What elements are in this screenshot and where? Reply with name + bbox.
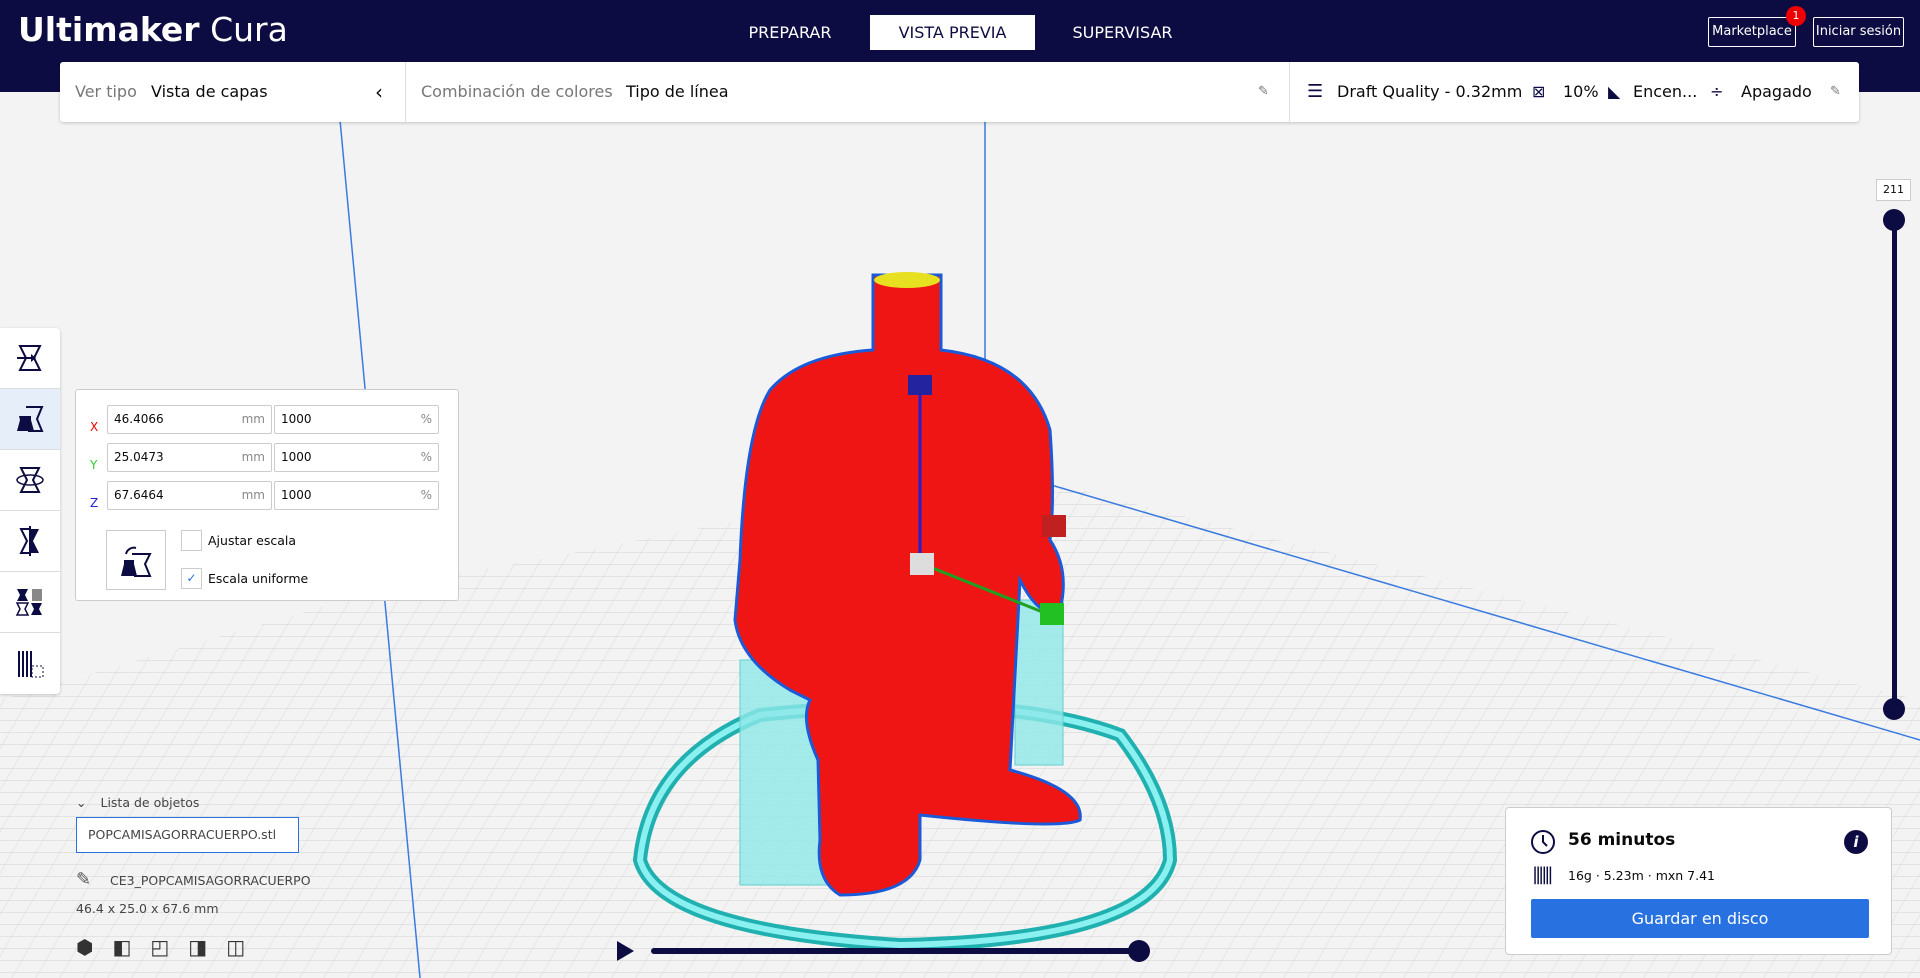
- per-model-settings-icon: [15, 589, 42, 616]
- mirror-icon: [19, 526, 39, 556]
- edit-settings-icon[interactable]: ✎: [1830, 62, 1841, 122]
- adhesion-setting[interactable]: Apagado: [1741, 62, 1812, 122]
- info-icon[interactable]: i: [1844, 830, 1868, 854]
- tab-preview[interactable]: VISTA PREVIA: [870, 15, 1035, 50]
- layer-slider-top-handle[interactable]: [1883, 209, 1905, 231]
- y-percent-input[interactable]: 1000%: [274, 443, 439, 472]
- support-blocker-button[interactable]: [0, 633, 60, 694]
- reset-scale-icon: [121, 546, 152, 577]
- quality-setting[interactable]: Draft Quality - 0.32mm: [1337, 62, 1522, 122]
- pencil-icon[interactable]: ✎: [1258, 62, 1269, 122]
- move-handle-z[interactable]: [908, 375, 932, 395]
- y-axis-label: Y: [90, 458, 98, 472]
- color-scheme-select[interactable]: Tipo de línea: [626, 62, 729, 122]
- infill-icon: ⊠: [1532, 82, 1546, 101]
- x-axis-label: X: [90, 420, 99, 434]
- quality-icon: ☰: [1307, 81, 1324, 102]
- infill-setting[interactable]: 10%: [1563, 62, 1599, 122]
- tab-prepare[interactable]: PREPARAR: [730, 15, 850, 50]
- layer-slider-bottom-handle[interactable]: [1883, 698, 1905, 720]
- save-to-disk-button[interactable]: Guardar en disco: [1531, 899, 1869, 938]
- view-right-icon[interactable]: ◫: [226, 935, 245, 959]
- object-list-item[interactable]: POPCAMISAGORRACUERPO.stl: [76, 817, 299, 853]
- view-top-icon[interactable]: ◰: [150, 935, 169, 959]
- view-type-label: Ver tipo: [75, 82, 137, 101]
- snap-scale-label: Ajustar escala: [208, 533, 297, 548]
- support-icon: ◣: [1608, 82, 1621, 101]
- adhesion-icon: ÷: [1710, 82, 1724, 101]
- clock-icon: [1531, 830, 1555, 854]
- notification-badge: 1: [1786, 6, 1806, 26]
- tool-sidebar: [0, 328, 60, 694]
- object-list-toggle[interactable]: ⌄ Lista de objetos: [76, 795, 199, 810]
- scale-icon: [17, 406, 44, 432]
- layer-number-input[interactable]: 211: [1876, 179, 1911, 201]
- job-name[interactable]: CE3_POPCAMISAGORRACUERPO: [110, 873, 311, 888]
- view-toolbar: Ver tipo Vista de capas ‹ Combinación de…: [60, 62, 1859, 122]
- app-logo: Ultimaker Cura: [18, 10, 288, 49]
- play-button[interactable]: [617, 941, 634, 961]
- move-handle-center[interactable]: [910, 553, 934, 575]
- z-axis-label: Z: [90, 496, 99, 510]
- scale-tool-button[interactable]: [0, 389, 60, 450]
- snap-scale-checkbox[interactable]: [181, 530, 202, 551]
- simulation-slider-handle[interactable]: [1128, 940, 1150, 962]
- rotate-tool-button[interactable]: [0, 450, 60, 511]
- rotate-icon: [16, 467, 44, 493]
- x-percent-input[interactable]: 1000%: [274, 405, 439, 434]
- print-info-panel: 56 minutos i |||||| 16g · 5.23m · mxn 7.…: [1505, 807, 1892, 955]
- x-mm-input[interactable]: 46.4066 mm: [107, 405, 272, 434]
- material-estimate: 16g · 5.23m · mxn 7.41: [1568, 868, 1715, 883]
- simulation-slider[interactable]: [651, 948, 1139, 954]
- chevron-down-icon: ⌄: [76, 795, 87, 810]
- tab-monitor[interactable]: SUPERVISAR: [1060, 15, 1185, 50]
- color-scheme-label: Combinación de colores: [421, 82, 613, 101]
- marketplace-button[interactable]: Marketplace: [1708, 17, 1796, 47]
- move-handle-y[interactable]: [1040, 603, 1064, 625]
- support-blocker-icon: [18, 650, 44, 677]
- per-model-settings-button[interactable]: [0, 572, 60, 633]
- print-time: 56 minutos: [1568, 830, 1676, 850]
- view-3d-icon[interactable]: ⬢: [76, 935, 93, 959]
- z-mm-input[interactable]: 67.6464 mm: [107, 481, 272, 510]
- view-left-icon[interactable]: ◨: [188, 935, 207, 959]
- support-setting[interactable]: Encen...: [1633, 62, 1697, 122]
- z-percent-input[interactable]: 1000%: [274, 481, 439, 510]
- uniform-scale-label: Escala uniforme: [208, 571, 309, 586]
- move-tool-button[interactable]: [0, 328, 60, 389]
- layer-slider[interactable]: [1892, 220, 1897, 708]
- object-dimensions: 46.4 x 25.0 x 67.6 mm: [76, 901, 219, 916]
- move-icon: [17, 345, 42, 371]
- move-handle-x[interactable]: [1042, 515, 1066, 537]
- chevron-left-icon[interactable]: ‹: [375, 62, 383, 122]
- mirror-tool-button[interactable]: [0, 511, 60, 572]
- view-type-select[interactable]: Vista de capas: [151, 62, 268, 122]
- view-front-icon[interactable]: ◧: [112, 935, 131, 959]
- uniform-scale-checkbox[interactable]: ✓: [181, 568, 202, 589]
- scale-panel: X 46.4066 mm 1000% Y 25.0473 mm 1000% Z 67…: [75, 389, 459, 601]
- reset-scale-button[interactable]: [106, 530, 166, 590]
- y-mm-input[interactable]: 25.0473 mm: [107, 443, 272, 472]
- pencil-icon: ✎: [76, 869, 92, 890]
- signin-button[interactable]: Iniciar sesión: [1813, 17, 1904, 47]
- filament-icon: ||||||: [1532, 864, 1553, 885]
